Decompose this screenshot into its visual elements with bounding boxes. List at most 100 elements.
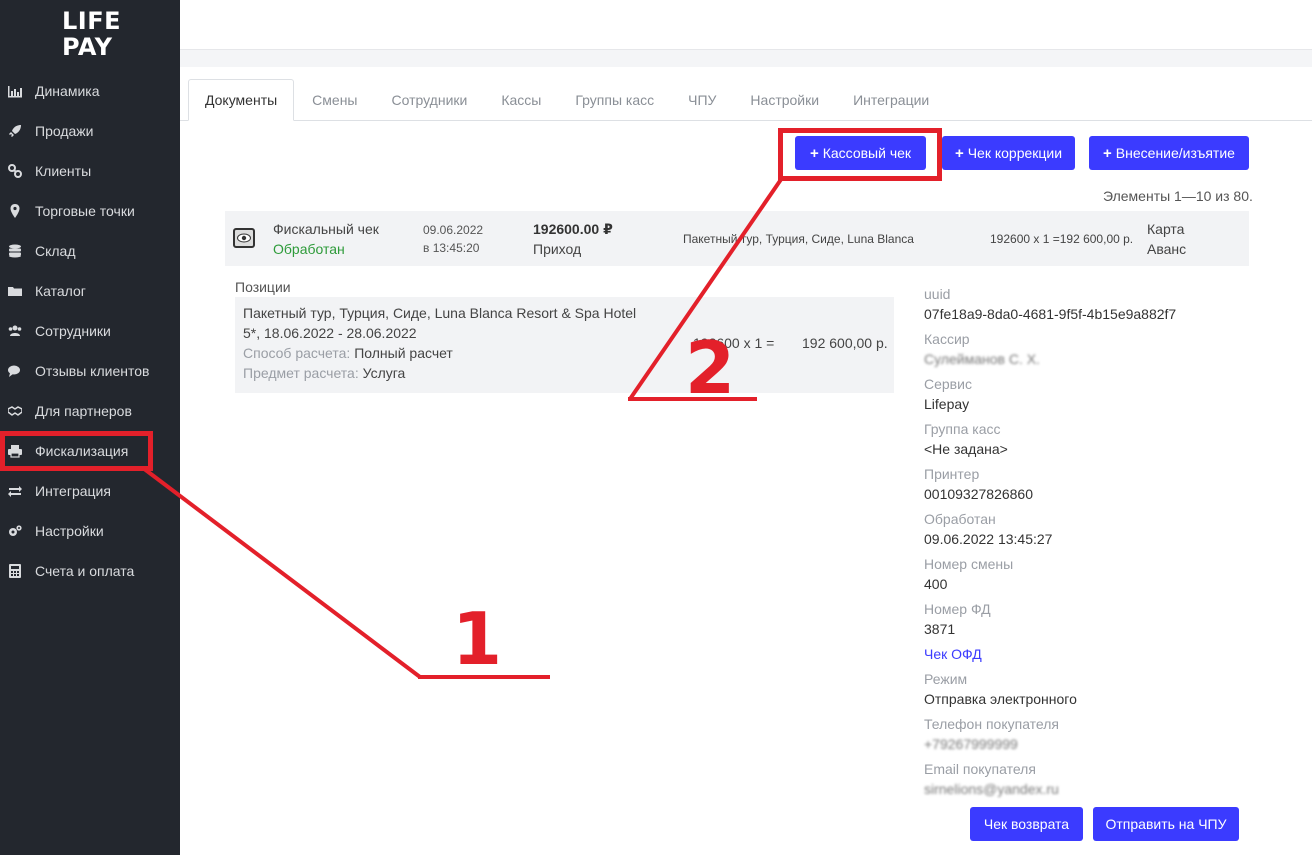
sidebar-item-stores[interactable]: Торговые точки <box>0 191 180 231</box>
detail-value: sirnelions@yandex.ru <box>924 781 1059 797</box>
sidebar-item-catalog[interactable]: Каталог <box>0 271 180 311</box>
detail-value: +79267999999 <box>924 736 1018 752</box>
detail-key: Режим <box>924 671 968 687</box>
tab-documents[interactable]: Документы <box>188 79 295 121</box>
positions-label: Позиции <box>235 279 291 295</box>
detail-value: <Не задана> <box>924 441 1008 457</box>
top-bar <box>180 0 1312 50</box>
send-to-cpu-button[interactable]: Отправить на ЧПУ <box>1093 807 1239 841</box>
detail-key: Группа касс <box>924 421 1001 437</box>
cogs-icon <box>8 524 22 538</box>
sidebar-item-dynamics[interactable]: Динамика <box>0 71 180 111</box>
sidebar-item-label: Торговые точки <box>35 203 135 219</box>
correction-receipt-button[interactable]: + Чек коррекции <box>942 136 1075 170</box>
detail-service: Сервис Lifepay <box>924 374 1224 419</box>
users-icon <box>8 324 22 338</box>
sidebar: LIFE PAY Динамика Продажи Клиенты Торгов… <box>0 0 180 855</box>
exchange-icon <box>8 484 22 498</box>
sidebar-item-label: Настройки <box>35 523 104 539</box>
plus-icon: + <box>1103 144 1112 162</box>
detail-key: Номер ФД <box>924 601 991 617</box>
detail-key: Кассир <box>924 331 970 347</box>
position-total: 192 600,00 р. <box>802 335 888 351</box>
sidebar-item-label: Каталог <box>35 283 86 299</box>
detail-cashier: Кассир Сулейманов С. Х. <box>924 329 1224 374</box>
eye-icon[interactable] <box>233 228 255 248</box>
sidebar-item-clients[interactable]: Клиенты <box>0 151 180 191</box>
annotation-highlight-fiscalization <box>0 431 153 471</box>
detail-buyer-email: Email покупателя sirnelions@yandex.ru <box>924 759 1224 804</box>
logo-line-2: PAY <box>62 33 113 61</box>
sidebar-item-billing[interactable]: Счета и оплата <box>0 551 180 591</box>
document-payment-method: Карта <box>1147 221 1185 237</box>
sidebar-item-integration[interactable]: Интеграция <box>0 471 180 511</box>
detail-value: 09.06.2022 13:45:27 <box>924 531 1053 547</box>
detail-printer: Принтер 00109327826860 <box>924 464 1224 509</box>
document-row[interactable]: Фискальный чек Обработан 09.06.2022 в 13… <box>225 211 1249 266</box>
sidebar-item-label: Динамика <box>35 83 100 99</box>
annotation-marker-2: 2 <box>685 326 736 410</box>
document-status: Обработан <box>273 241 345 257</box>
sidebar-item-reviews[interactable]: Отзывы клиентов <box>0 351 180 391</box>
detail-value: Отправка электронного <box>924 691 1077 707</box>
tab-settings[interactable]: Настройки <box>734 79 835 121</box>
main-panel: Документы Смены Сотрудники Кассы Группы … <box>180 67 1312 855</box>
link-icon <box>8 164 22 178</box>
detail-register-group: Группа касс <Не задана> <box>924 419 1224 464</box>
detail-key: Номер смены <box>924 556 1014 572</box>
document-type: Фискальный чек <box>273 221 379 237</box>
sidebar-item-settings[interactable]: Настройки <box>0 511 180 551</box>
sidebar-nav: Динамика Продажи Клиенты Торговые точки … <box>0 71 180 591</box>
payment-method-value: Полный расчет <box>354 345 453 361</box>
document-operation: Приход <box>533 241 582 257</box>
bar-chart-icon <box>8 84 22 98</box>
sidebar-item-sales[interactable]: Продажи <box>0 111 180 151</box>
sidebar-item-label: Сотрудники <box>35 323 111 339</box>
comments-icon <box>8 364 22 378</box>
sidebar-item-label: Продажи <box>35 123 94 139</box>
tab-shifts[interactable]: Смены <box>296 79 373 121</box>
logo-line-1: LIFE <box>62 7 122 35</box>
document-amount: 192600.00 ₽ <box>533 221 613 237</box>
database-icon <box>8 244 22 258</box>
annotation-highlight-cash-receipt <box>778 128 942 181</box>
detail-mode: Режим Отправка электронного <box>924 669 1224 714</box>
subject-value: Услуга <box>362 365 406 381</box>
deposit-withdrawal-button[interactable]: + Внесение/изъятие <box>1089 136 1249 170</box>
map-marker-icon <box>8 204 22 218</box>
detail-key: Сервис <box>924 376 972 392</box>
deposit-withdrawal-label: Внесение/изъятие <box>1115 145 1235 161</box>
document-calc: 192600 x 1 =192 600,00 р. <box>990 232 1134 246</box>
sidebar-item-label: Интеграция <box>35 483 111 499</box>
lifepay-logo[interactable]: LIFE PAY <box>62 8 121 60</box>
document-payment-type: Аванс <box>1147 241 1187 257</box>
position-payment-method: Способ расчета: Полный расчет <box>243 345 453 361</box>
position-item: Пакетный тур, Турция, Сиде, Luna Blanca … <box>235 297 894 393</box>
tab-cpu[interactable]: ЧПУ <box>672 79 732 121</box>
handshake-icon <box>8 404 22 418</box>
tabs: Документы Смены Сотрудники Кассы Группы … <box>188 79 947 121</box>
tab-registers[interactable]: Кассы <box>485 79 557 121</box>
folder-icon <box>8 284 22 298</box>
refund-receipt-button[interactable]: Чек возврата <box>970 807 1083 841</box>
position-subject: Предмет расчета: Услуга <box>243 365 405 381</box>
sidebar-item-warehouse[interactable]: Склад <box>0 231 180 271</box>
sidebar-item-label: Для партнеров <box>35 403 132 419</box>
detail-value: 3871 <box>924 621 956 637</box>
detail-value: 00109327826860 <box>924 486 1034 502</box>
ofd-receipt-link[interactable]: Чек ОФД <box>924 644 1224 664</box>
detail-value: 400 <box>924 576 948 592</box>
detail-key: uuid <box>924 286 951 302</box>
pagination-summary: Элементы 1—10 из 80. <box>1103 188 1253 204</box>
detail-key: Принтер <box>924 466 980 482</box>
sidebar-item-label: Склад <box>35 243 76 259</box>
tab-employees[interactable]: Сотрудники <box>376 79 484 121</box>
calculator-icon <box>8 564 22 578</box>
sidebar-item-employees[interactable]: Сотрудники <box>0 311 180 351</box>
document-details: uuid 07fe18a9-8da0-4681-9f5f-4b15e9a882f7… <box>924 284 1224 804</box>
annotation-marker-1: 1 <box>452 597 503 681</box>
tab-integrations[interactable]: Интеграции <box>837 79 945 121</box>
sidebar-item-partners[interactable]: Для партнеров <box>0 391 180 431</box>
sidebar-item-label: Клиенты <box>35 163 92 179</box>
tab-register-groups[interactable]: Группы касс <box>559 79 670 121</box>
